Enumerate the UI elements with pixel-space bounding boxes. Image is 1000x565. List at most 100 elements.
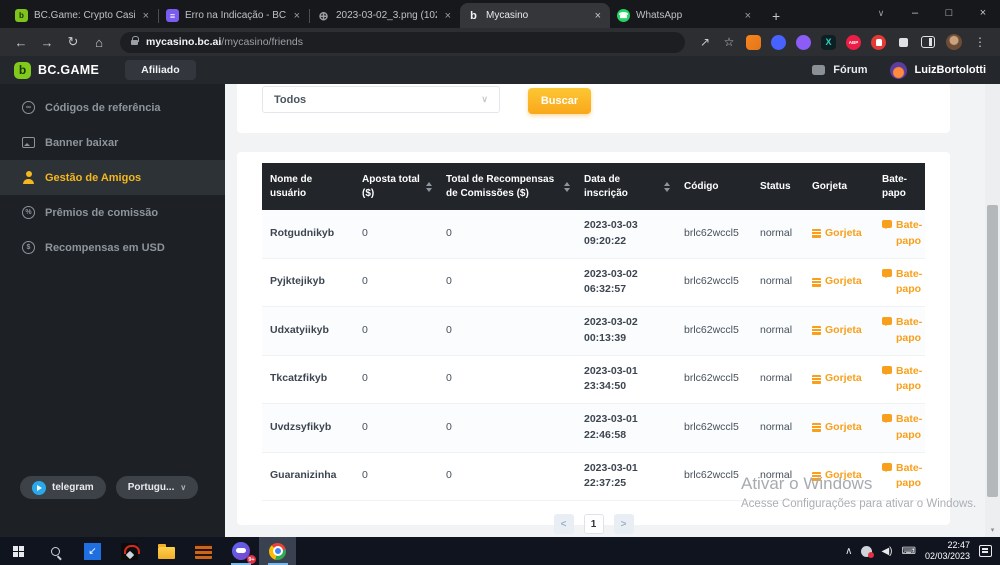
tab-close-icon[interactable]: × — [141, 10, 151, 22]
scrollbar-thumb[interactable] — [987, 205, 998, 497]
bcgame-logo-icon[interactable]: b — [14, 62, 31, 79]
maximize-button[interactable]: □ — [932, 7, 966, 21]
time-value: 00:13:39 — [584, 332, 626, 344]
pagination-prev-button[interactable]: < — [554, 514, 574, 534]
tab-close-icon[interactable]: × — [292, 10, 302, 22]
forum-link[interactable]: Fórum — [833, 64, 867, 76]
metamask-extension-icon[interactable] — [746, 35, 761, 50]
start-button[interactable] — [0, 537, 37, 565]
taskbar-striped-app[interactable] — [185, 537, 222, 565]
tip-button[interactable]: Gorjeta — [812, 420, 868, 436]
table-header-row: Nome de usuário Aposta total ($) Total d… — [262, 163, 925, 210]
tab-whatsapp[interactable]: ☎ WhatsApp × — [610, 3, 760, 28]
pagination-page-1[interactable]: 1 — [584, 514, 604, 534]
tip-label: Gorjeta — [825, 226, 862, 242]
action-center-icon[interactable] — [979, 545, 992, 557]
taskbar-clock[interactable]: 22:47 02/03/2023 — [925, 540, 970, 563]
close-button[interactable]: × — [966, 7, 1000, 21]
chat-button[interactable]: Bate-papo — [882, 364, 919, 396]
x-extension-icon[interactable]: X — [821, 35, 836, 50]
tab-close-icon[interactable]: × — [743, 10, 753, 22]
network-status-icon[interactable] — [861, 546, 872, 557]
bookmark-star-icon[interactable]: ☆ — [719, 35, 739, 49]
sidebar-item-recompensas-usd[interactable]: $ Recompensas em USD — [0, 230, 225, 265]
telegram-button[interactable]: telegram — [20, 476, 106, 499]
search-button[interactable]: Buscar — [528, 88, 591, 114]
taskbar-file-explorer[interactable] — [148, 537, 185, 565]
tip-button[interactable]: Gorjeta — [812, 371, 868, 387]
sidebar-item-codigos-referencia[interactable]: ∞ Códigos de referência — [0, 90, 225, 125]
tab-erro-indicacao[interactable]: ≡ Erro na Indicação - BC.Game × — [159, 3, 309, 28]
brand-name[interactable]: BC.GAME — [38, 63, 99, 77]
chat-button[interactable]: Bate-papo — [882, 267, 919, 299]
col-total-recompensas[interactable]: Total de Recompensas de Comissões ($) — [438, 163, 576, 210]
chat-button[interactable]: Bate-papo — [882, 315, 919, 347]
taskbar-search-button[interactable] — [37, 537, 74, 565]
cell-bet: 0 — [354, 258, 438, 307]
speaker-icon[interactable]: ◀) — [881, 546, 892, 557]
language-selector[interactable]: Portugu... ∨ — [116, 476, 199, 499]
page-scrollbar[interactable]: ▾ — [985, 84, 1000, 537]
blue-extension-icon[interactable] — [771, 35, 786, 50]
adblock-extension-icon[interactable]: ABP — [846, 35, 861, 50]
tab-search-chevron-icon[interactable]: ∨ — [864, 8, 898, 21]
chat-button[interactable]: Bate-papo — [882, 412, 919, 444]
sort-icon[interactable] — [426, 179, 432, 195]
sidebar-item-gestao-de-amigos[interactable]: Gestão de Amigos — [0, 160, 225, 195]
minimize-button[interactable]: – — [898, 7, 932, 21]
person-icon — [22, 171, 35, 184]
tab-mycasino-active[interactable]: b Mycasino × — [460, 3, 610, 28]
user-avatar[interactable] — [890, 62, 907, 79]
tip-button[interactable]: Gorjeta — [812, 226, 868, 242]
home-button[interactable]: ⌂ — [88, 35, 110, 50]
reload-button[interactable]: ↻ — [62, 34, 84, 50]
tab-png-image[interactable]: ⊕ 2023-03-02_3.png (1024×76 × — [310, 3, 460, 28]
filter-select[interactable]: Todos ∨ — [262, 86, 500, 113]
tab-window-icon[interactable] — [921, 36, 935, 48]
tip-button[interactable]: Gorjeta — [812, 274, 868, 290]
taskbar-chrome[interactable] — [259, 537, 296, 565]
col-aposta-total[interactable]: Aposta total ($) — [354, 163, 438, 210]
back-button[interactable]: ← — [10, 35, 32, 50]
purple-extension-icon[interactable] — [796, 35, 811, 50]
taskbar-discord-app[interactable]: 9+ — [222, 537, 259, 565]
sort-icon[interactable] — [564, 179, 570, 195]
sidebar-item-premios-comissao[interactable]: % Prêmios de comissão — [0, 195, 225, 230]
tray-chevron-up-icon[interactable]: ∧ — [845, 546, 852, 557]
telegram-icon — [32, 481, 46, 495]
browser-profile-avatar[interactable] — [946, 34, 962, 50]
taskbar-game-app[interactable] — [111, 537, 148, 565]
table-row: Tkcatzfikyb 0 0 2023-03-0123:34:50 brlc6… — [262, 355, 925, 404]
search-icon — [51, 547, 60, 556]
chat-button[interactable]: Bate-papo — [882, 218, 919, 250]
tab-strip: b BC.Game: Crypto Casino Gam × ≡ Erro na… — [0, 0, 1000, 28]
watermark-title: Ativar o Windows — [741, 474, 976, 494]
tip-button[interactable]: Gorjeta — [812, 323, 868, 339]
col-data-inscricao[interactable]: Data de inscrição — [576, 163, 676, 210]
tab-close-icon[interactable]: × — [593, 10, 603, 22]
date-value: 2023-03-02 — [584, 316, 638, 328]
cell-chat: Bate-papo — [874, 307, 925, 356]
scrollbar-down-arrow[interactable]: ▾ — [985, 526, 1000, 534]
browser-menu-icon[interactable]: ⋮ — [970, 35, 990, 49]
sort-icon[interactable] — [664, 179, 670, 195]
banner-image-icon — [22, 137, 35, 148]
afiliado-button[interactable]: Afiliado — [125, 60, 196, 80]
new-tab-button[interactable]: + — [760, 8, 792, 28]
forward-button[interactable]: → — [36, 35, 58, 50]
taskbar-remote-app[interactable]: ↙ — [74, 537, 111, 565]
pagination-next-button[interactable]: > — [614, 514, 634, 534]
url-input[interactable]: mycasino.bc.ai /mycasino/friends — [120, 32, 685, 53]
username[interactable]: LuizBortolotti — [915, 64, 986, 76]
cell-username: Pyjktejikyb — [262, 258, 354, 307]
sidebar-item-banner-baixar[interactable]: Banner baixar — [0, 125, 225, 160]
extensions-puzzle-icon[interactable] — [896, 35, 911, 50]
tab-bcgame-casino[interactable]: b BC.Game: Crypto Casino Gam × — [8, 3, 158, 28]
system-tray: ∧ ◀) ⌨ 22:47 02/03/2023 — [845, 540, 1000, 563]
keyboard-icon[interactable]: ⌨ — [902, 546, 916, 557]
coin-icon — [812, 375, 821, 384]
share-icon[interactable]: ↗ — [695, 35, 715, 49]
tab-close-icon[interactable]: × — [443, 10, 453, 22]
blocker-extension-icon[interactable] — [871, 35, 886, 50]
table-row: Udxatyiikyb 0 0 2023-03-0200:13:39 brlc6… — [262, 307, 925, 356]
